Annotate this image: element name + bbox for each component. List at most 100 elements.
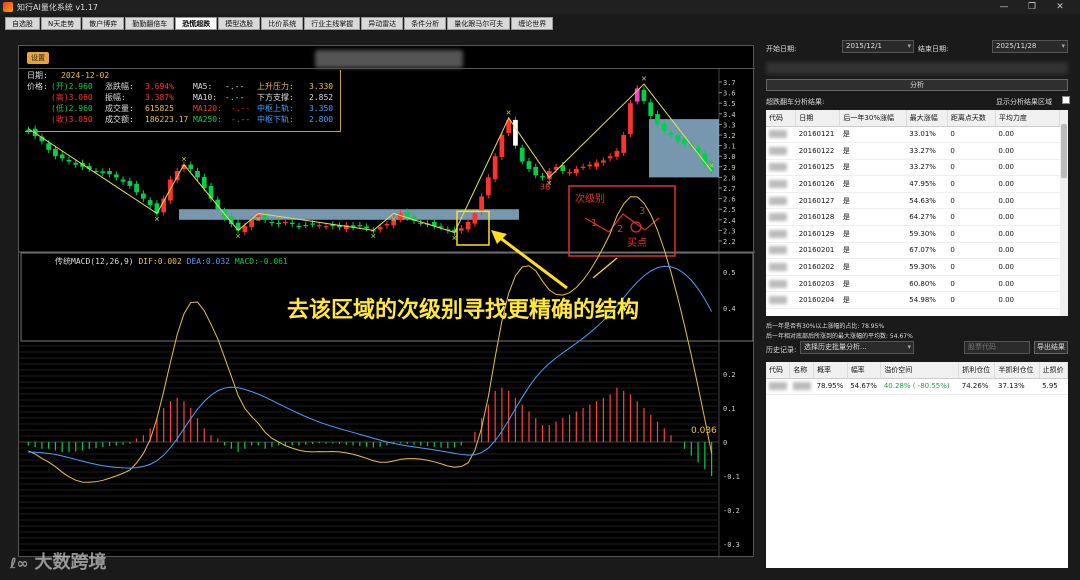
callout-number-3: 3 [639, 206, 645, 217]
table-row[interactable]: 20160128 是 64.27% 0 0.00 [766, 208, 1060, 227]
column-header[interactable]: 最大涨幅 [906, 110, 948, 127]
flag-cell: 是 [839, 175, 907, 193]
pivot-marker: ✕ [154, 215, 160, 223]
analyze-button[interactable]: 分析 [766, 79, 1068, 91]
scroll-thumb[interactable] [1061, 124, 1067, 178]
close-value: (收)3.050 [51, 115, 93, 124]
pivot-marker: ✕ [506, 109, 512, 117]
stop-price-cell: 5.95 [1039, 378, 1068, 396]
table-row[interactable]: 20160125 是 33.27% 0 0.00 [766, 159, 1060, 177]
price-tick-label: 3.0 [723, 153, 736, 161]
show-zone-checkbox[interactable] [1062, 96, 1070, 104]
table-row[interactable]: 20160202 是 59.30% 0 0.00 [766, 258, 1060, 276]
export-button[interactable]: 导出结果 [1034, 341, 1068, 354]
tab-8[interactable]: 异动雷达 [361, 17, 404, 30]
max-cell: 54.63% [906, 192, 948, 210]
table-row[interactable]: 20160203 是 60.80% 0 0.00 [766, 275, 1060, 293]
macd-tick-label: 0.5 [723, 269, 736, 277]
column-header[interactable]: 代码 [766, 362, 791, 379]
date-cell: 20160126 [795, 175, 840, 193]
tab-2[interactable]: 散户博弈 [82, 17, 125, 30]
tab-1[interactable]: N天走势 [41, 17, 82, 30]
arrow-line [494, 232, 568, 290]
stock-search-input[interactable] [964, 341, 1030, 354]
flag-cell: 是 [839, 258, 907, 276]
column-header[interactable]: 名称 [789, 362, 815, 379]
app-logo-icon [3, 2, 13, 12]
code-cell [766, 142, 796, 160]
price-tick-label: 3.3 [723, 121, 736, 129]
candle-body [174, 171, 180, 181]
module-tabs: 自选股 N天走势 散户博弈 勤勤翻倍车 恐慌超跌 模型选股 比价系统 行业主线掌握 异动雷达 条件… [0, 17, 554, 30]
stock-code-input[interactable] [766, 62, 1068, 74]
history-select[interactable]: 选择历史批量分析... ▾ [800, 341, 914, 354]
price-tick-label: 3.1 [723, 143, 736, 151]
column-header[interactable]: 抓利仓位 [958, 362, 996, 379]
tab-3[interactable]: 勤勤翻倍车 [125, 17, 175, 30]
candle-body [614, 150, 620, 157]
close-button[interactable]: ✕ [1046, 0, 1074, 14]
code-cell [766, 242, 796, 260]
macd-tick-label: -0.1 [723, 473, 740, 481]
analysis-panel: 开始日期: 2015/12/1 ▾ 结束日期: 2025/11/28 ▾ 分析 超跌… [762, 36, 1076, 568]
tab-6[interactable]: 比价系统 [261, 17, 304, 30]
table-scrollbar[interactable] [1060, 110, 1068, 316]
table-row[interactable]: 20160127 是 54.63% 0 0.00 [766, 192, 1060, 210]
column-header[interactable]: 幅率 [847, 362, 882, 379]
half-position-cell: 37.13% [994, 378, 1040, 396]
macd-title: 传统MACD(12,26,9) [55, 257, 134, 266]
tab-11[interactable]: 缠论世界 [511, 17, 554, 30]
tab-4[interactable]: 恐慌超跌 [175, 17, 218, 30]
end-date-picker[interactable]: 2025/11/28 ▾ [992, 40, 1068, 53]
price-tick-label: 2.6 [723, 196, 736, 204]
table-row[interactable]: 20160129 是 59.30% 0 0.00 [766, 225, 1060, 243]
candle-body [208, 186, 214, 199]
price-tick-label: 3.4 [723, 111, 736, 119]
result-label: 超跌翻车分析结果: [766, 98, 825, 106]
column-header[interactable]: 日期 [795, 110, 841, 127]
table-row[interactable]: 20160201 是 67.07% 0 0.00 [766, 242, 1060, 260]
table-row[interactable]: 20160122 是 33.27% 0 0.00 [766, 142, 1060, 160]
price-tick-label: 3.5 [723, 100, 736, 108]
minimize-button[interactable]: — [990, 0, 1018, 14]
candle-body [513, 119, 518, 146]
column-header[interactable]: 止损价 [1039, 362, 1068, 379]
table-row[interactable]: 20160204 是 54.98% 0 0.00 [766, 291, 1060, 310]
window-title: 知行AI量化系统 v1.17 [17, 2, 98, 12]
settings-button[interactable]: 设置 [27, 52, 49, 64]
candle-body [661, 123, 667, 131]
flag-cell: 是 [839, 291, 907, 310]
column-header[interactable]: 后一年30%涨幅 [839, 110, 907, 127]
table-row[interactable]: 20160121 是 33.01% 0 0.00 [766, 126, 1060, 144]
maximize-button[interactable]: ❐ [1018, 0, 1046, 14]
pivot-marker: ✕ [391, 215, 397, 223]
tab-5[interactable]: 模型选股 [218, 17, 261, 30]
candle-body [357, 225, 363, 227]
tab-0[interactable]: 自选股 [5, 17, 40, 30]
column-header[interactable]: 溢价空间 [880, 362, 960, 379]
pivot-marker: ✕ [641, 75, 647, 83]
column-header[interactable]: 半抓利仓位 [994, 362, 1040, 379]
column-header[interactable]: 概率 [813, 362, 848, 379]
date-cell: 20160201 [795, 242, 840, 260]
avg-cell: 0.00 [995, 258, 1060, 276]
macd-tick-label: 0.1 [723, 405, 736, 413]
candle-body [533, 166, 539, 176]
start-date-value: 2015/12/1 [846, 42, 882, 50]
watermark-text: 大数跨境 [34, 552, 107, 573]
tab-9[interactable]: 条件分析 [404, 17, 447, 30]
table-row[interactable]: 78.95% 54.67% 40.28% ( -80.55%) 74.26% 3… [766, 378, 1068, 396]
tab-10[interactable]: 量化跟马尔可夫 [447, 17, 511, 30]
show-zone-label: 显示分析结果区域 [996, 98, 1052, 106]
candle-body [134, 184, 139, 193]
column-header[interactable]: 代码 [766, 110, 797, 127]
table-row[interactable]: 20160126 是 47.95% 0 0.00 [766, 175, 1060, 193]
start-date-picker[interactable]: 2015/12/1 ▾ [842, 40, 914, 53]
tab-7[interactable]: 行业主线掌握 [304, 17, 361, 30]
column-header[interactable]: 平均力度 [995, 110, 1061, 127]
date-cell: 20160128 [795, 208, 840, 227]
avg-cell: 0.00 [995, 142, 1060, 160]
avg-cell: 0.00 [995, 175, 1060, 193]
column-header[interactable]: 距离点天数 [947, 110, 996, 127]
amplitude-value: 3.387% [145, 93, 174, 102]
